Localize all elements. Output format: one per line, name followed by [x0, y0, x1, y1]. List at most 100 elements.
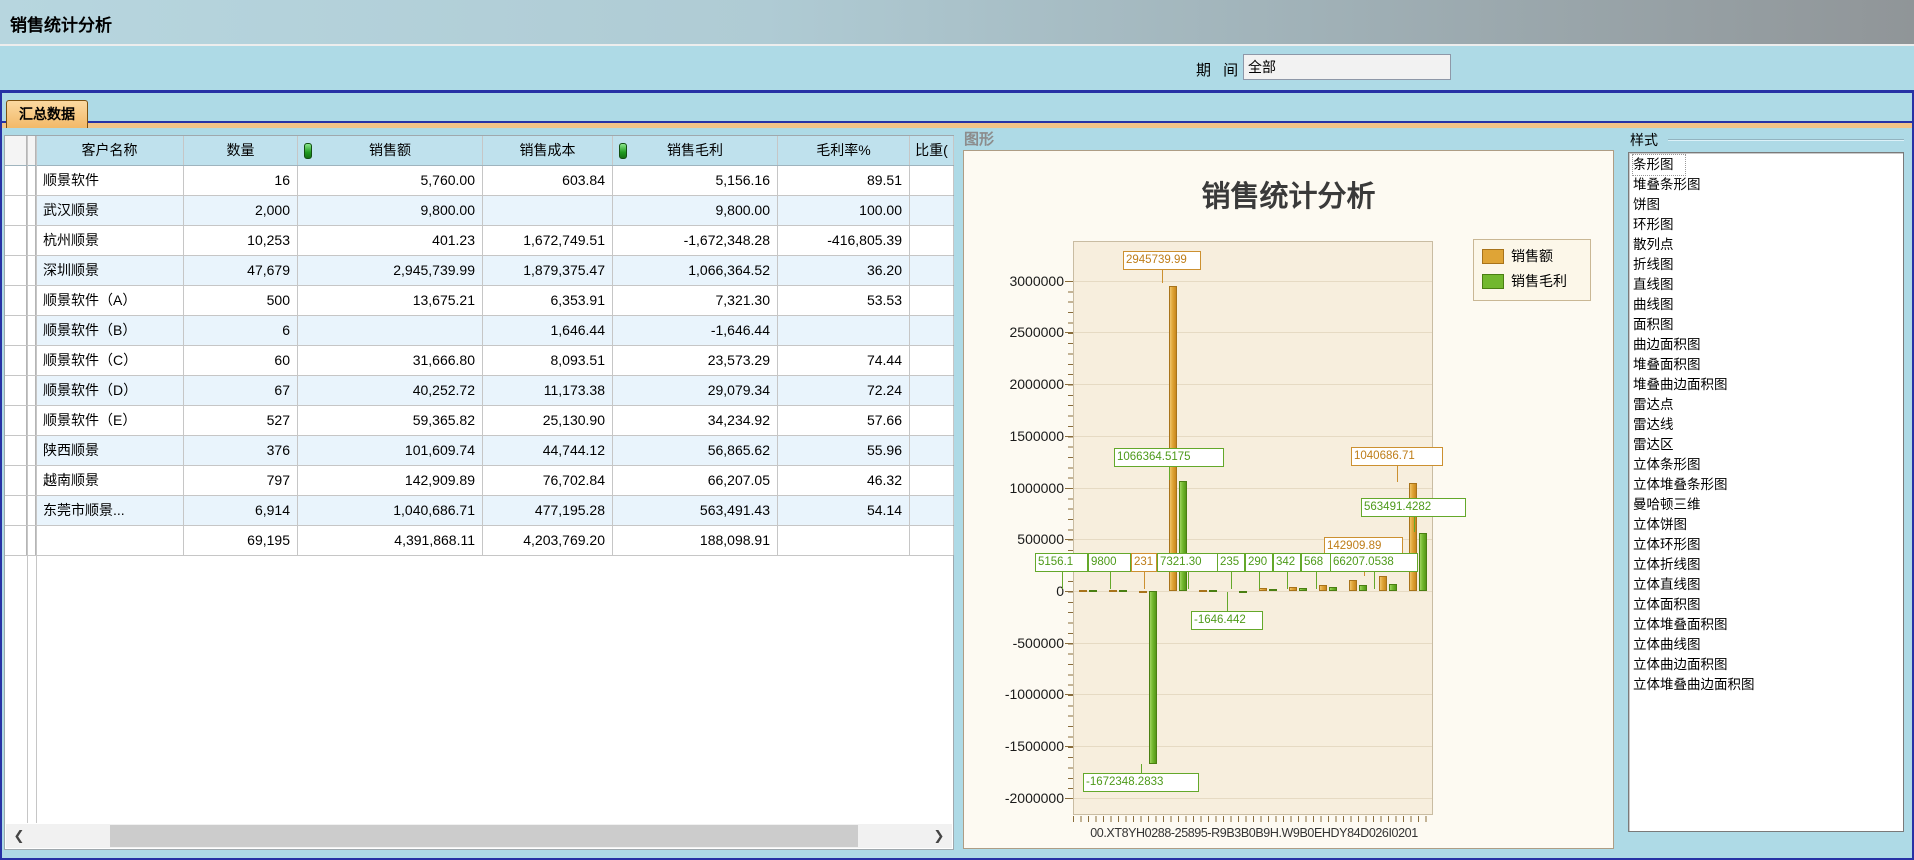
table-row[interactable]: 武汉顺景2,0009,800.009,800.00100.00: [5, 196, 953, 226]
style-list-item[interactable]: 立体饼图: [1633, 515, 1903, 535]
cell: [27, 496, 36, 525]
cell: [910, 406, 954, 435]
column-header[interactable]: 数量: [184, 136, 298, 165]
style-list-item[interactable]: 曲边面积图: [1633, 335, 1903, 355]
horizontal-scrollbar[interactable]: ❮ ❯: [6, 824, 952, 848]
tabstrip-underline: [2, 123, 1912, 128]
style-list-item[interactable]: 堆叠条形图: [1633, 175, 1903, 195]
column-header[interactable]: [5, 136, 27, 165]
style-list-item[interactable]: 立体曲线图: [1633, 635, 1903, 655]
table-row[interactable]: 杭州顺景10,253401.231,672,749.51-1,672,348.2…: [5, 226, 953, 256]
table-row[interactable]: 东莞市顺景...6,9141,040,686.71477,195.28563,4…: [5, 496, 953, 526]
y-tick-label: -500000: [992, 635, 1064, 651]
cell: 7,321.30: [613, 286, 778, 315]
x-axis-label: 00.XT8YH0288-25895-R9B3B0B9H.W9B0EHDY84D…: [1059, 826, 1449, 840]
table-row[interactable]: 顺景软件（E）52759,365.8225,130.9034,234.9257.…: [5, 406, 953, 436]
style-list-item[interactable]: 曲线图: [1633, 295, 1903, 315]
table-row[interactable]: 陕西顺景376101,609.7444,744.1256,865.6255.96: [5, 436, 953, 466]
style-list-item[interactable]: 折线图: [1633, 255, 1903, 275]
scrollbar-thumb[interactable]: [110, 825, 858, 847]
bar-销售额-越南顺景: [1379, 576, 1387, 591]
cell: 2,945,739.99: [298, 256, 483, 285]
style-list-item[interactable]: 环形图: [1633, 215, 1903, 235]
data-label: 231: [1131, 553, 1157, 572]
style-list-item[interactable]: 堆叠面积图: [1633, 355, 1903, 375]
y-tick-mark: [1065, 539, 1073, 540]
style-list-item[interactable]: 直线图: [1633, 275, 1903, 295]
table-row[interactable]: 顺景软件（C）6031,666.808,093.5123,573.2974.44: [5, 346, 953, 376]
style-list-item[interactable]: 立体堆叠面积图: [1633, 615, 1903, 635]
style-list-item[interactable]: 饼图: [1633, 195, 1903, 215]
table-row[interactable]: 顺景软件（D）6740,252.7211,173.3829,079.3472.2…: [5, 376, 953, 406]
cell: 46.32: [778, 466, 910, 495]
bar-销售额-顺景软件（E）: [1319, 585, 1327, 591]
style-list-item[interactable]: 立体面积图: [1633, 595, 1903, 615]
data-label: 563491.4282: [1361, 498, 1466, 517]
cell: 47,679: [184, 256, 298, 285]
table-row[interactable]: 69,1954,391,868.114,203,769.20188,098.91: [5, 526, 953, 556]
table-row[interactable]: 顺景软件（A）50013,675.216,353.917,321.3053.53: [5, 286, 953, 316]
cell: 376: [184, 436, 298, 465]
callout-stem: [1287, 572, 1288, 589]
y-tick-label: -2000000: [992, 790, 1064, 806]
plot-area: [1073, 241, 1433, 815]
gridline: [1074, 746, 1432, 747]
cell: 杭州顺景: [36, 226, 184, 255]
table-row[interactable]: 越南顺景797142,909.8976,702.8466,207.0546.32: [5, 466, 953, 496]
cell: [5, 496, 27, 525]
cell: 陕西顺景: [36, 436, 184, 465]
column-header[interactable]: 客户名称: [36, 136, 184, 165]
column-header[interactable]: 销售毛利: [613, 136, 778, 165]
style-list-item[interactable]: 曼哈顿三维: [1633, 495, 1903, 515]
column-header[interactable]: 比重(: [910, 136, 954, 165]
style-list-item[interactable]: 堆叠曲边面积图: [1633, 375, 1903, 395]
style-list-item[interactable]: 立体堆叠条形图: [1633, 475, 1903, 495]
cell: [27, 406, 36, 435]
y-tick-label: 1000000: [992, 480, 1064, 496]
style-list-item[interactable]: 条形图: [1633, 155, 1685, 175]
column-header[interactable]: [27, 136, 36, 165]
scroll-left-icon[interactable]: ❮: [6, 824, 32, 848]
cell: [5, 196, 27, 225]
table-row[interactable]: 顺景软件（B）61,646.44-1,646.44: [5, 316, 953, 346]
cell: [910, 436, 954, 465]
bar-销售毛利-顺景软件: [1089, 590, 1097, 592]
table-row[interactable]: 顺景软件165,760.00603.845,156.1689.51: [5, 166, 953, 196]
cell: [36, 526, 184, 555]
data-label: 290: [1245, 553, 1273, 572]
style-list-item[interactable]: 立体环形图: [1633, 535, 1903, 555]
scroll-right-icon[interactable]: ❯: [926, 824, 952, 848]
style-list-item[interactable]: 立体折线图: [1633, 555, 1903, 575]
cell: 10,253: [184, 226, 298, 255]
style-groupbox-line: [1668, 139, 1904, 141]
cell: 797: [184, 466, 298, 495]
cell: 13,675.21: [298, 286, 483, 315]
bar-销售额-深圳顺景: [1169, 286, 1177, 591]
chart-style-list: 条形图堆叠条形图饼图环形图散列点折线图直线图曲线图面积图曲边面积图堆叠面积图堆叠…: [1628, 152, 1904, 832]
column-header[interactable]: 毛利率%: [778, 136, 910, 165]
tab-summary-data[interactable]: 汇总数据: [6, 100, 88, 128]
style-list-item[interactable]: 雷达线: [1633, 415, 1903, 435]
style-list-item[interactable]: 散列点: [1633, 235, 1903, 255]
style-list-item[interactable]: 雷达区: [1633, 435, 1903, 455]
style-list-item[interactable]: 立体直线图: [1633, 575, 1903, 595]
style-list-item[interactable]: 立体条形图: [1633, 455, 1903, 475]
style-list-item[interactable]: 面积图: [1633, 315, 1903, 335]
cell: 53.53: [778, 286, 910, 315]
column-header[interactable]: 销售额: [298, 136, 483, 165]
data-label: 2945739.99: [1123, 251, 1201, 270]
period-input[interactable]: [1243, 54, 1451, 80]
cell: [5, 316, 27, 345]
cell: [27, 466, 36, 495]
style-list-item[interactable]: 雷达点: [1633, 395, 1903, 415]
style-list-item[interactable]: 立体曲边面积图: [1633, 655, 1903, 675]
cell: 1,879,375.47: [483, 256, 613, 285]
table-row[interactable]: 深圳顺景47,6792,945,739.991,879,375.471,066,…: [5, 256, 953, 286]
style-list-item[interactable]: 立体堆叠曲边面积图: [1633, 675, 1903, 695]
callout-stem: [1316, 572, 1317, 589]
cell: [910, 256, 954, 285]
cell: 29,079.34: [613, 376, 778, 405]
column-header[interactable]: 销售成本: [483, 136, 613, 165]
x-axis-ticks: [1073, 816, 1433, 822]
gridline: [1074, 384, 1432, 385]
